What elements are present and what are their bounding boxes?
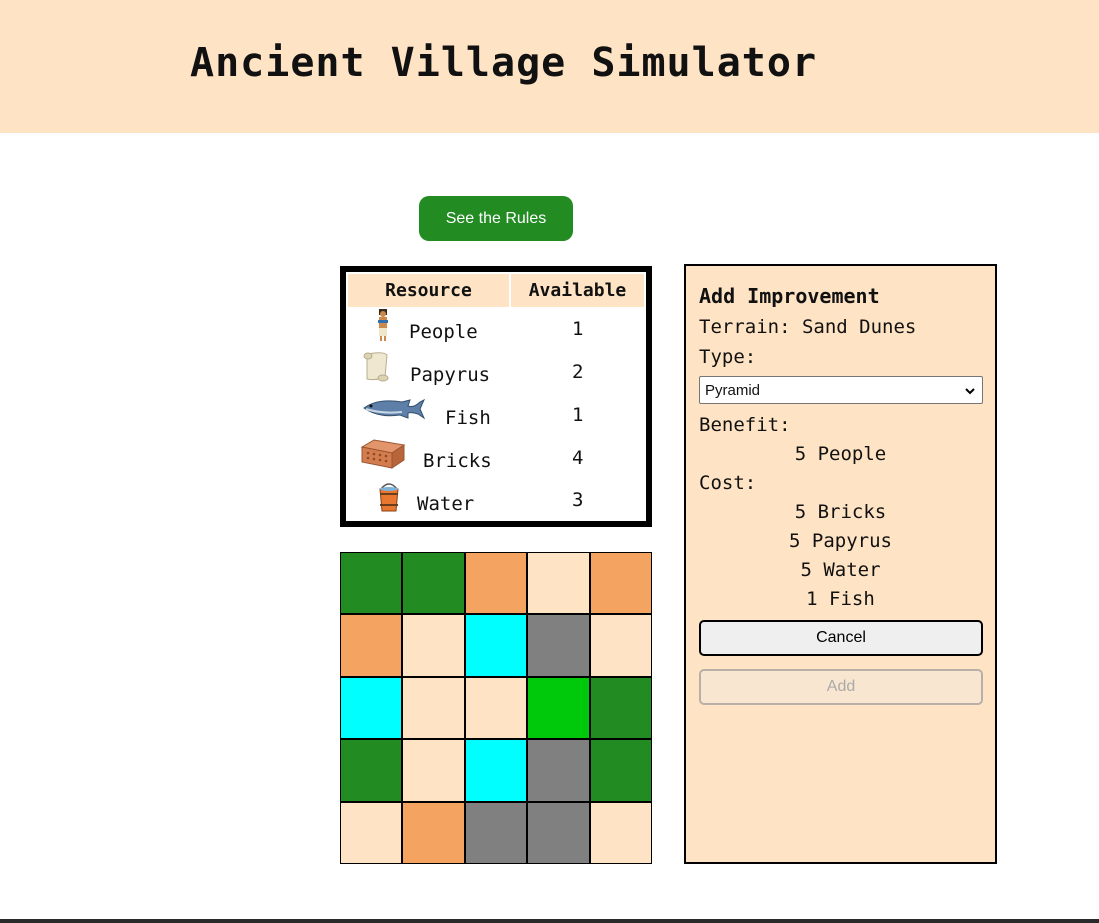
map-cell-forest[interactable] <box>590 740 651 801</box>
resource-name: Bricks <box>423 450 492 472</box>
resource-name: Water <box>417 493 475 515</box>
cost-item: 1 Fish <box>806 588 875 610</box>
resource-table: Resource Available People 1 Papyrus 2 Fi… <box>340 266 652 527</box>
map-cell-forest[interactable] <box>341 553 402 614</box>
bucket-icon <box>376 479 402 517</box>
add-improvement-panel: Add Improvement Terrain: Sand Dunes Type… <box>684 264 997 864</box>
resource-value: 1 <box>572 404 584 426</box>
map-cell-sand-dunes[interactable] <box>528 553 589 614</box>
map-cell-desert[interactable] <box>403 802 464 863</box>
map-cell-sand-dunes[interactable] <box>590 615 651 676</box>
resource-name: Papyrus <box>410 364 491 386</box>
page-header: Ancient Village Simulator <box>0 0 1099 133</box>
cancel-button[interactable]: Cancel <box>699 620 983 656</box>
resource-row-bricks: Bricks 4 <box>346 437 646 479</box>
scroll-icon <box>361 351 391 387</box>
map-cell-water[interactable] <box>341 677 402 739</box>
cost-label: Cost: <box>699 472 757 494</box>
map-cell-desert[interactable] <box>341 615 402 676</box>
map-cell-forest[interactable] <box>341 740 402 801</box>
resource-row-fish: Fish 1 <box>346 394 646 436</box>
benefit-label: Benefit: <box>699 414 791 436</box>
chevron-down-icon <box>964 384 976 401</box>
map-cell-mountain[interactable] <box>465 802 527 863</box>
resource-column-header: Resource <box>348 274 509 307</box>
map-cell-water[interactable] <box>465 615 527 676</box>
resource-row-water: Water 3 <box>346 479 646 521</box>
map-cell-forest[interactable] <box>403 553 464 614</box>
resource-value: 3 <box>572 489 584 511</box>
cost-item: 5 Bricks <box>794 501 887 523</box>
map-cell-mountain[interactable] <box>528 802 589 863</box>
resource-row-papyrus: Papyrus 2 <box>346 351 646 393</box>
map-cell-sand-dunes[interactable] <box>403 615 464 676</box>
terrain-label: Terrain: Sand Dunes <box>699 316 917 338</box>
map-cell-sand-dunes[interactable] <box>403 677 464 739</box>
resource-value: 1 <box>572 318 584 340</box>
map-cell-sand-dunes[interactable] <box>403 740 464 801</box>
cost-item: 5 Water <box>800 559 881 581</box>
resource-row-people: People 1 <box>346 308 646 350</box>
resource-value: 4 <box>572 447 584 469</box>
map-cell-sand-dunes[interactable] <box>341 802 402 863</box>
map-cell-mountain[interactable] <box>528 615 589 676</box>
map-cell-desert[interactable] <box>465 553 527 614</box>
benefit-item: 5 People <box>794 443 887 465</box>
resource-name: Fish <box>445 407 491 429</box>
add-button[interactable]: Add <box>699 669 983 705</box>
see-rules-button[interactable]: See the Rules <box>419 196 573 241</box>
improvement-type-select[interactable]: Pyramid <box>699 376 983 404</box>
map-cell-desert[interactable] <box>590 553 651 614</box>
page-title: Ancient Village Simulator <box>190 40 818 86</box>
person-icon <box>374 308 392 346</box>
map-cell-grassland[interactable] <box>528 677 589 739</box>
bottom-bar <box>0 919 1099 923</box>
panel-title: Add Improvement <box>699 284 880 308</box>
map-cell-forest[interactable] <box>590 677 651 739</box>
map-cell-mountain[interactable] <box>528 740 589 801</box>
available-column-header: Available <box>511 274 644 307</box>
type-label: Type: <box>699 346 757 368</box>
map-cell-sand-dunes[interactable] <box>465 677 527 739</box>
map-cell-water[interactable] <box>465 740 527 801</box>
resource-name: People <box>409 321 478 343</box>
brick-icon <box>360 437 406 475</box>
improvement-type-value: Pyramid <box>705 381 761 399</box>
resource-value: 2 <box>572 361 584 383</box>
fish-icon <box>362 396 426 426</box>
map-cell-sand-dunes[interactable] <box>590 802 651 863</box>
village-map-grid <box>340 552 652 864</box>
cost-item: 5 Papyrus <box>789 530 892 552</box>
